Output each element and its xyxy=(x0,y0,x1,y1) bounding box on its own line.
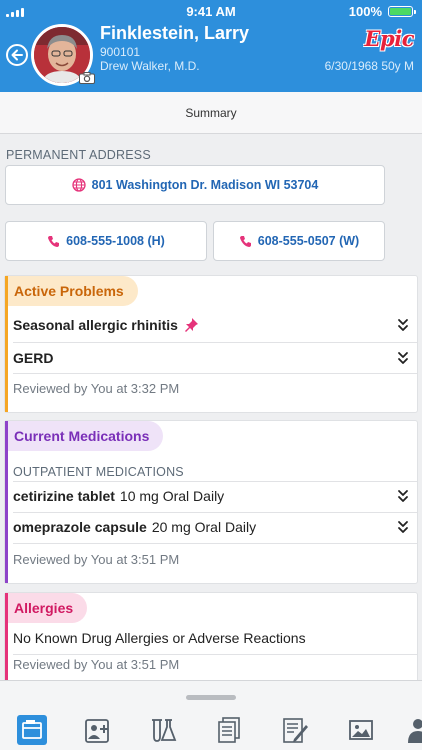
chart-review-icon[interactable] xyxy=(17,715,47,745)
medications-reviewed: Reviewed by You at 3:51 PM xyxy=(13,552,180,567)
allergies-card: Allergies No Known Drug Allergies or Adv… xyxy=(5,593,417,680)
problem-name: Seasonal allergic rhinitis xyxy=(13,317,178,333)
medications-title: Current Medications xyxy=(8,421,164,451)
medications-subhead: OUTPATIENT MEDICATIONS xyxy=(13,465,184,479)
back-button[interactable] xyxy=(6,44,28,66)
globe-icon xyxy=(72,178,86,192)
patient-add-icon[interactable] xyxy=(83,715,113,745)
address-section-label: PERMANENT ADDRESS xyxy=(6,148,151,162)
allergies-reviewed: Reviewed by You at 3:51 PM xyxy=(13,657,180,672)
medication-name: cetirizine tablet xyxy=(13,488,115,504)
bottom-nav xyxy=(0,680,422,750)
allergies-title: Allergies xyxy=(8,593,88,623)
active-problems-title: Active Problems xyxy=(8,276,138,306)
chevron-double-down-icon[interactable] xyxy=(397,489,409,503)
phone-work-button[interactable]: 608-555-0507 (W) xyxy=(213,221,385,261)
active-problems-card: Active Problems Seasonal allergic rhinit… xyxy=(5,276,417,412)
medication-name: omeprazole capsule xyxy=(13,519,147,535)
phone-home-button[interactable]: 608-555-1008 (H) xyxy=(5,221,207,261)
divider xyxy=(13,654,417,655)
address-text: 801 Washington Dr. Madison WI 53704 xyxy=(91,178,319,192)
problem-row[interactable]: GERD xyxy=(13,343,417,373)
medication-row[interactable]: omeprazole capsule 20 mg Oral Daily xyxy=(13,512,417,542)
camera-icon[interactable] xyxy=(79,72,95,84)
problem-name: GERD xyxy=(13,350,54,366)
phone-icon xyxy=(48,235,60,247)
tab-strip: Summary xyxy=(0,92,422,134)
medication-sig: 10 mg Oral Daily xyxy=(119,488,225,504)
allergies-row[interactable]: No Known Drug Allergies or Adverse React… xyxy=(13,623,417,653)
arrow-left-icon xyxy=(11,49,23,61)
lab-results-icon[interactable] xyxy=(148,715,178,745)
battery-icon xyxy=(388,6,416,17)
address-button[interactable]: 801 Washington Dr. Madison WI 53704 xyxy=(5,165,385,205)
patient-photo[interactable] xyxy=(31,24,97,90)
drawer-handle[interactable] xyxy=(186,695,236,700)
problems-reviewed: Reviewed by You at 3:32 PM xyxy=(13,381,180,396)
phone-icon xyxy=(239,235,251,247)
problem-row[interactable]: Seasonal allergic rhinitis xyxy=(13,310,417,340)
phone-work-text: 608-555-0507 (W) xyxy=(257,234,360,248)
documents-icon[interactable] xyxy=(214,715,244,745)
medications-card: Current Medications OUTPATIENT MEDICATIO… xyxy=(5,421,417,583)
summary-content[interactable]: PERMANENT ADDRESS 801 Washington Dr. Mad… xyxy=(0,134,422,680)
chevron-double-down-icon[interactable] xyxy=(397,318,409,332)
media-icon[interactable] xyxy=(346,715,376,745)
pin-icon xyxy=(184,318,198,332)
patient-dob-age-sex: 6/30/1968 50y M xyxy=(324,59,414,73)
tab-summary[interactable]: Summary xyxy=(185,106,236,120)
medication-row[interactable]: cetirizine tablet 10 mg Oral Daily xyxy=(13,481,417,511)
allergies-text: No Known Drug Allergies or Adverse React… xyxy=(13,630,306,646)
patient-name: Finklestein, Larry xyxy=(100,23,250,43)
divider xyxy=(13,373,417,374)
battery-percent: 100% xyxy=(348,4,382,19)
patient-provider: Drew Walker, M.D. xyxy=(100,59,200,73)
notes-icon[interactable] xyxy=(280,715,310,745)
chevron-double-down-icon[interactable] xyxy=(397,520,409,534)
patient-header: 9:41 AM 100% Finklestein, Larry 900101 D… xyxy=(0,0,422,92)
medication-sig: 20 mg Oral Daily xyxy=(151,519,257,535)
epic-logo: Epic xyxy=(364,26,415,51)
divider xyxy=(13,543,417,544)
care-team-icon[interactable] xyxy=(408,715,422,745)
phone-home-text: 608-555-1008 (H) xyxy=(66,234,165,248)
status-bar: 9:41 AM 100% xyxy=(0,0,422,22)
patient-mrn: 900101 xyxy=(100,45,141,59)
chevron-double-down-icon[interactable] xyxy=(397,351,409,365)
